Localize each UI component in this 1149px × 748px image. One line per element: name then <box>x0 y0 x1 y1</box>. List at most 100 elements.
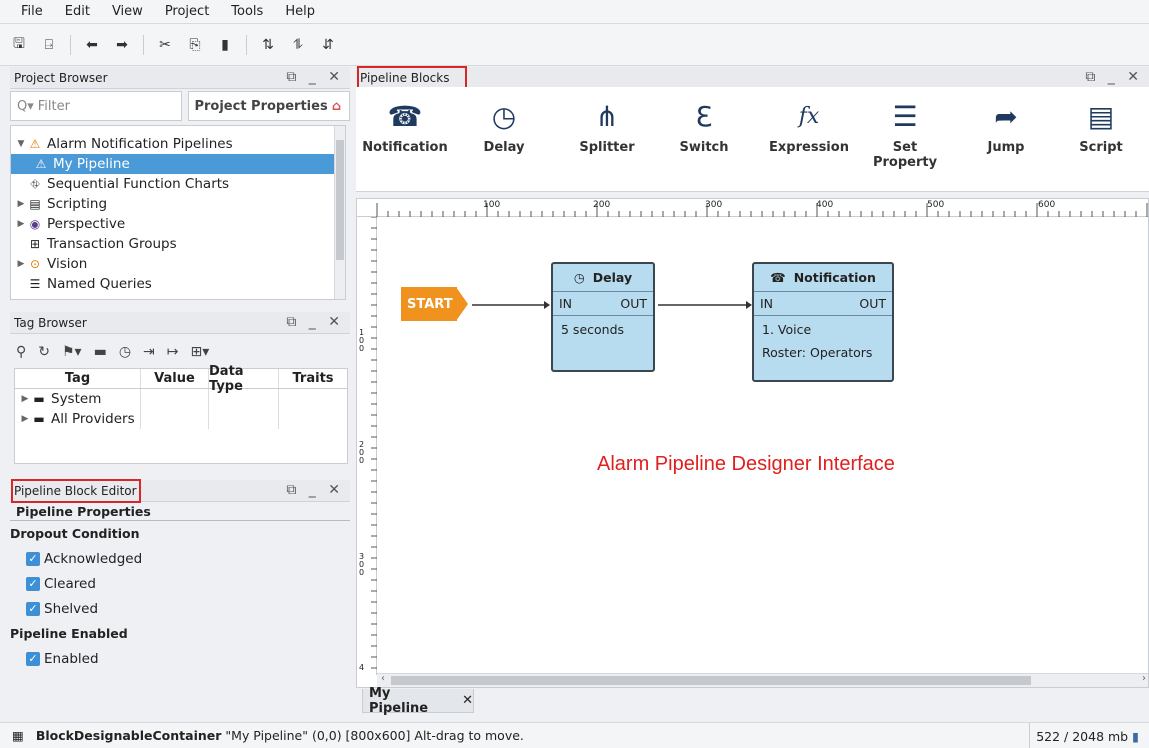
menu-help[interactable]: Help <box>274 4 326 19</box>
chevron-right-icon[interactable]: ▶ <box>19 394 31 404</box>
transaction-groups-icon: ⊞ <box>29 237 41 251</box>
cut-icon[interactable]: ✂ <box>154 34 176 56</box>
tree-item-named-queries[interactable]: ☰ Named Queries <box>27 274 345 294</box>
redo-icon[interactable]: ➡ <box>111 34 133 56</box>
tree-item-alarm-notification-pipelines[interactable]: ▼ ⚠ Alarm Notification Pipelines <box>15 134 339 154</box>
menu-view[interactable]: View <box>101 4 154 19</box>
menu-file[interactable]: File <box>10 4 54 19</box>
save-icon[interactable]: 🖫 <box>8 34 30 56</box>
tree-item-my-pipeline[interactable]: ⚠ My Pipeline <box>11 154 335 174</box>
tree-item-perspective[interactable]: ▶ ◉ Perspective <box>15 214 339 234</box>
tag-row[interactable]: ▶ ▬ All Providers <box>15 409 347 429</box>
chevron-down-icon[interactable]: ▼ <box>15 139 27 149</box>
import-icon[interactable]: ⇥ <box>143 344 155 360</box>
palette-delay[interactable]: ◷ Delay <box>459 87 549 187</box>
cleared-checkbox[interactable]: ✓ Cleared <box>10 571 350 596</box>
project-filter-row: Q▾ Filter Project Properties ⌂ <box>10 91 350 121</box>
tree-scrollbar[interactable] <box>334 126 345 299</box>
chevron-right-icon[interactable]: ▶ <box>15 259 27 269</box>
palette-expression[interactable]: fx Expression <box>764 87 854 187</box>
window-controls[interactable]: ⧉ _ ✕ <box>1085 69 1143 85</box>
commit-icon[interactable]: ⇅ <box>257 34 279 56</box>
properties-icon: ⌂ <box>331 98 341 114</box>
history-icon[interactable]: ◷ <box>119 344 131 360</box>
filter-input[interactable]: Q▾ Filter <box>10 91 182 121</box>
palette-label: Splitter <box>579 140 635 155</box>
shelved-checkbox[interactable]: ✓ Shelved <box>10 596 350 621</box>
window-controls[interactable]: ⧉ _ ✕ <box>286 69 344 85</box>
project-properties-button[interactable]: Project Properties ⌂ <box>188 91 350 121</box>
status-bar: ▦ BlockDesignableContainer "My Pipeline"… <box>0 722 1149 748</box>
palette-notification[interactable]: ☎ Notification <box>360 87 450 187</box>
add-tag-icon[interactable]: ⚑▾ <box>62 344 82 360</box>
in-port[interactable]: IN <box>760 296 773 311</box>
palette-switch[interactable]: Ɛ Switch <box>659 87 749 187</box>
column-header-tag[interactable]: Tag <box>15 369 141 388</box>
palette-label: Jump <box>987 140 1025 155</box>
scroll-right-icon[interactable]: › <box>1142 673 1146 684</box>
tag-cell: ▶ ▬ All Providers <box>15 409 141 429</box>
scrollbar-thumb[interactable] <box>336 140 344 260</box>
column-header-data-type[interactable]: Data Type <box>209 364 279 394</box>
refresh-icon[interactable]: ↻ <box>38 344 50 360</box>
tag-row[interactable]: ▶ ▬ System <box>15 389 347 409</box>
annotation-text: Alarm Pipeline Designer Interface <box>597 453 895 475</box>
column-header-traits[interactable]: Traits <box>279 369 347 388</box>
memory-indicator[interactable]: 522 / 2048 mb ▮ <box>1029 723 1139 748</box>
palette-set-property[interactable]: ☰ Set Property <box>860 87 950 187</box>
palette-splitter[interactable]: ⋔ Splitter <box>562 87 652 187</box>
start-node[interactable]: START <box>401 287 457 321</box>
tree-item-scripting[interactable]: ▶ ▤ Scripting <box>15 194 339 214</box>
vision-icon: ⊙ <box>29 257 41 271</box>
acknowledged-checkbox[interactable]: ✓ Acknowledged <box>10 546 350 571</box>
enabled-checkbox[interactable]: ✓ Enabled <box>10 646 350 671</box>
ruler-label: 3 0 0 <box>359 552 365 577</box>
delay-block[interactable]: ◷ Delay IN OUT 5 seconds <box>551 262 655 372</box>
search-icon[interactable]: ⚲ <box>16 344 26 360</box>
chevron-right-icon[interactable]: ▶ <box>15 199 27 209</box>
menu-tools[interactable]: Tools <box>220 4 274 19</box>
database-icon[interactable]: ▬ <box>94 344 107 360</box>
block-io: IN OUT <box>553 292 653 316</box>
scroll-left-icon[interactable]: ‹ <box>381 673 385 684</box>
checkmark-icon: ✓ <box>26 651 40 666</box>
window-controls[interactable]: ⧉ _ ✕ <box>286 314 344 330</box>
chevron-right-icon[interactable]: ▶ <box>15 219 27 229</box>
filter-placeholder: Filter <box>37 98 70 114</box>
trash-icon[interactable]: ▮ <box>1132 729 1139 744</box>
window-controls[interactable]: ⧉ _ ✕ <box>286 482 344 498</box>
pipeline-block-editor-body: Pipeline Properties Dropout Condition ✓ … <box>10 503 350 703</box>
out-port[interactable]: OUT <box>859 296 886 311</box>
tree-item-sequential-function-charts[interactable]: ⛗ Sequential Function Charts <box>27 174 345 194</box>
save-all-icon[interactable]: ⍈ <box>38 34 60 56</box>
tab-my-pipeline[interactable]: My Pipeline ✕ <box>362 686 474 716</box>
tree-label: Vision <box>47 256 88 272</box>
palette-label: Delay <box>483 140 525 155</box>
tree-item-vision[interactable]: ▶ ⊙ Vision <box>15 254 339 274</box>
out-port[interactable]: OUT <box>620 296 647 311</box>
update-icon[interactable]: ⥮ <box>287 34 309 56</box>
script-icon: ▤ <box>29 197 41 211</box>
copy-icon[interactable]: ⎘ <box>184 34 206 56</box>
block-title: Delay <box>592 270 633 285</box>
canvas-hscrollbar[interactable]: ‹ › <box>377 673 1148 687</box>
palette-jump[interactable]: ➦ Jump <box>961 87 1051 187</box>
tree-item-transaction-groups[interactable]: ⊞ Transaction Groups <box>27 234 345 254</box>
checkbox-label: Enabled <box>44 650 99 667</box>
in-port[interactable]: IN <box>559 296 572 311</box>
notification-block[interactable]: ☎ Notification IN OUT 1. Voice Roster: O… <box>752 262 894 382</box>
close-icon[interactable]: ✕ <box>462 693 473 708</box>
undo-icon[interactable]: ⬅ <box>81 34 103 56</box>
status-detail: "My Pipeline" (0,0) [800x600] Alt-drag t… <box>225 728 524 743</box>
table-view-icon[interactable]: ⊞▾ <box>191 344 210 360</box>
paste-icon[interactable]: ▮ <box>214 34 236 56</box>
column-header-value[interactable]: Value <box>141 369 209 388</box>
scrollbar-thumb[interactable] <box>391 676 1031 685</box>
chevron-right-icon[interactable]: ▶ <box>19 414 31 424</box>
tag-table: Tag Value Data Type Traits ▶ ▬ System ▶ … <box>14 364 348 464</box>
menu-edit[interactable]: Edit <box>54 4 101 19</box>
sync-icon[interactable]: ⇵ <box>317 34 339 56</box>
menu-project[interactable]: Project <box>154 4 220 19</box>
export-icon[interactable]: ↦ <box>167 344 179 360</box>
palette-script[interactable]: ▤ Script <box>1056 87 1146 187</box>
